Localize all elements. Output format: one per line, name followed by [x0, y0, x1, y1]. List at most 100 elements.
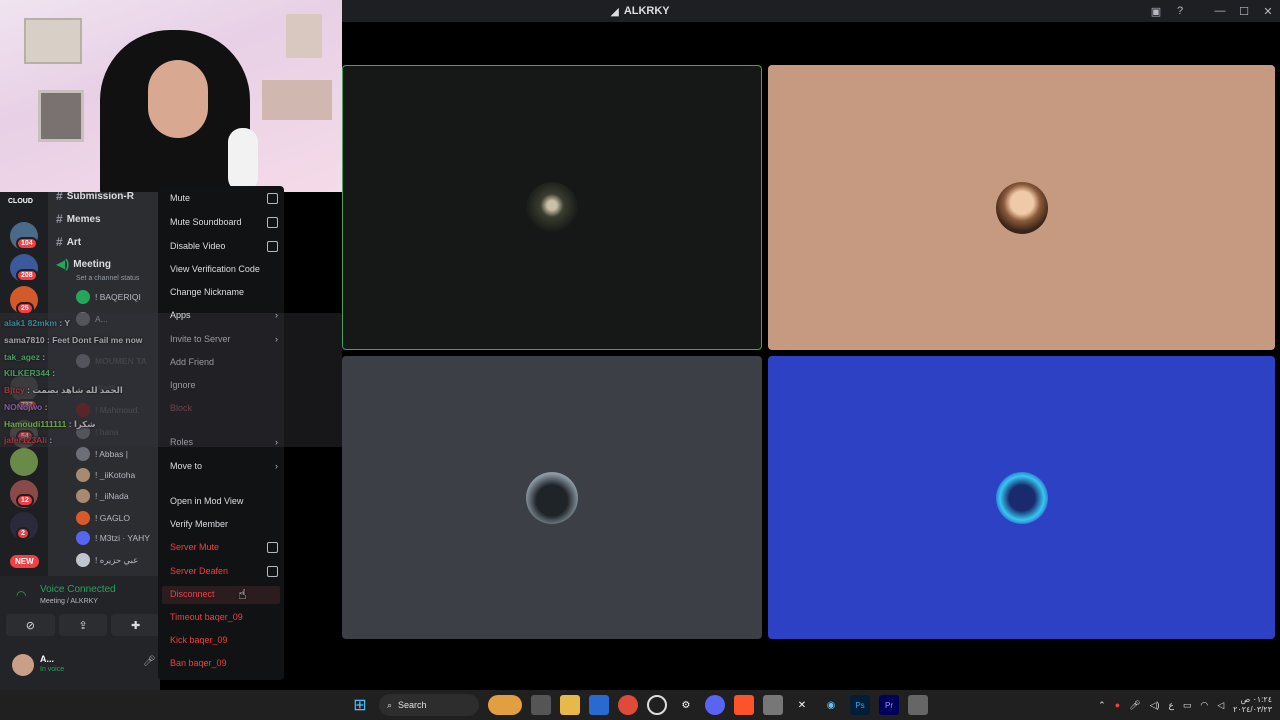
voice-user[interactable]: MOUMEN TA [76, 351, 147, 371]
volume-icon[interactable]: ◁) [1150, 700, 1160, 711]
channel-status[interactable]: Set a channel status [76, 275, 139, 282]
voice-user[interactable]: ! Abbas | [76, 444, 128, 464]
video-tile[interactable] [768, 356, 1275, 639]
menu-item-change-nickname[interactable]: Change Nickname [170, 284, 278, 300]
display-icon[interactable]: ▭ [1183, 700, 1192, 711]
camera-off-icon[interactable]: ⊘ [6, 614, 55, 636]
voice-user[interactable]: A... [76, 309, 108, 329]
menu-item-move-to[interactable]: Move to › [170, 458, 278, 474]
menu-item-disconnect[interactable]: Disconnect [170, 586, 278, 602]
menu-item-view-verification-code[interactable]: View Verification Code [170, 261, 278, 277]
clock[interactable]: ٠١:٢٤ ص ٢٠٢٤/٠٣/٢٣ [1233, 695, 1272, 715]
voice-user[interactable]: ! عبي حزيره [76, 550, 138, 570]
help-icon[interactable]: ? [1168, 5, 1192, 17]
settings-icon[interactable]: ⚙ [676, 695, 696, 715]
menu-item-ban[interactable]: Ban baqer_09 [170, 655, 278, 671]
widgets-icon[interactable] [488, 695, 522, 715]
video-tile-speaking[interactable] [342, 65, 762, 350]
chrome-icon[interactable] [618, 695, 638, 715]
task-view-icon[interactable] [531, 695, 551, 715]
store-icon[interactable] [589, 695, 609, 715]
channel-item[interactable]: # Memes [56, 209, 101, 229]
menu-item-roles[interactable]: Roles › [170, 434, 278, 450]
avatar[interactable] [12, 654, 34, 676]
server-icon[interactable] [10, 448, 38, 476]
screen-share-icon[interactable]: ⇪ [58, 614, 108, 636]
checkbox[interactable] [267, 192, 278, 204]
maximize-button[interactable]: ☐ [1232, 5, 1256, 18]
obs-icon[interactable] [647, 695, 667, 715]
avatar [76, 354, 90, 368]
menu-item-ignore[interactable]: Ignore [170, 377, 278, 393]
taskbar-search[interactable]: ⌕ Search [379, 694, 479, 716]
checkbox[interactable] [267, 240, 278, 252]
microphone-icon[interactable]: 🎤︎ [143, 656, 156, 667]
voice-status[interactable]: Voice Connected [40, 584, 116, 595]
checkbox[interactable] [267, 541, 278, 553]
menu-item-apps[interactable]: Apps › [170, 307, 278, 323]
participant-avatar [526, 471, 578, 524]
signal-icon[interactable]: ◠ [16, 588, 26, 602]
photoshop-icon[interactable]: Ps [850, 695, 870, 715]
channel-item[interactable]: # Submission-R [56, 192, 134, 206]
user-name[interactable]: A... [40, 654, 54, 664]
menu-item-open-in-mod-view[interactable]: Open in Mod View [170, 493, 278, 509]
voice-channel-item[interactable]: ◀) Meeting [56, 254, 111, 274]
menu-item-mute[interactable]: Mute [170, 190, 278, 206]
user-context-menu: Mute Mute Soundboard Disable Video View … [0, 186, 342, 680]
app-icon[interactable] [908, 695, 928, 715]
chat-message: Bjtcy : الحمد لله شاهد بصمت [4, 385, 123, 395]
avatar [76, 553, 90, 567]
wall-decor [262, 80, 332, 120]
microphone-icon[interactable]: 🎤︎ [1129, 700, 1140, 711]
checkbox[interactable] [267, 216, 278, 228]
speaker-icon[interactable]: ◁ [1217, 700, 1224, 711]
activities-icon[interactable]: ✚ [111, 614, 161, 636]
voice-user[interactable]: ! M3tzi · YAHY [76, 528, 150, 548]
app-icon[interactable] [763, 695, 783, 715]
hash-icon: # [56, 192, 63, 203]
menu-item-server-mute[interactable]: Server Mute [170, 539, 278, 555]
menu-item-block[interactable]: Block [170, 400, 278, 416]
video-tile[interactable] [342, 356, 762, 639]
voice-user[interactable]: ! GAGLO [76, 508, 130, 528]
premiere-icon[interactable]: Pr [879, 695, 899, 715]
video-tile[interactable] [768, 65, 1275, 350]
tray-app-icon[interactable]: ● [1115, 700, 1120, 710]
language-indicator[interactable]: ع [1169, 700, 1174, 711]
checkbox[interactable] [267, 565, 278, 577]
window-title: ◢ ALKRKY [610, 5, 670, 18]
minimize-button[interactable]: — [1208, 5, 1232, 17]
capcut-icon[interactable]: ✕ [792, 695, 812, 715]
menu-item-timeout[interactable]: Timeout baqer_09 [170, 609, 278, 625]
unread-badge: 208 [16, 269, 38, 282]
voice-user[interactable]: ! Mahmoud. [76, 400, 140, 420]
voice-user[interactable]: ! _iiNada [76, 486, 129, 506]
menu-item-add-friend[interactable]: Add Friend [170, 354, 278, 370]
menu-item-disable-video[interactable]: Disable Video [170, 238, 278, 254]
steam-icon[interactable]: ◉ [821, 695, 841, 715]
menu-item-mute-soundboard[interactable]: Mute Soundboard [170, 214, 278, 230]
menu-item-kick[interactable]: Kick baqer_09 [170, 632, 278, 648]
wifi-icon[interactable]: ◠ [1200, 700, 1208, 711]
voice-user[interactable]: ! BAQERIQI [76, 287, 141, 307]
close-button[interactable]: ✕ [1256, 5, 1280, 18]
windows-start-icon[interactable]: ⊞ [350, 695, 370, 715]
menu-item-invite-to-server[interactable]: Invite to Server › [170, 331, 278, 347]
file-explorer-icon[interactable] [560, 695, 580, 715]
voice-controls: ⊘ ⇪ ✚ [6, 614, 161, 636]
chevron-right-icon: › [275, 461, 278, 471]
discord-icon[interactable] [705, 695, 725, 715]
channel-item[interactable]: # Art [56, 232, 81, 252]
menu-item-verify-member[interactable]: Verify Member [170, 516, 278, 532]
inbox-icon[interactable]: ▣ [1144, 5, 1168, 18]
microphone [228, 128, 258, 192]
avatar [76, 489, 90, 503]
window-controls: ▣ ? — ☐ ✕ [1144, 0, 1280, 22]
menu-item-server-deafen[interactable]: Server Deafen [170, 563, 278, 579]
brave-icon[interactable] [734, 695, 754, 715]
chevron-up-icon[interactable]: ⌃ [1098, 700, 1106, 711]
voice-location[interactable]: Meeting / ALKRKY [40, 598, 98, 605]
chat-message: NONojwo : [4, 402, 48, 412]
voice-user[interactable]: ! _iiKotoha [76, 465, 135, 485]
